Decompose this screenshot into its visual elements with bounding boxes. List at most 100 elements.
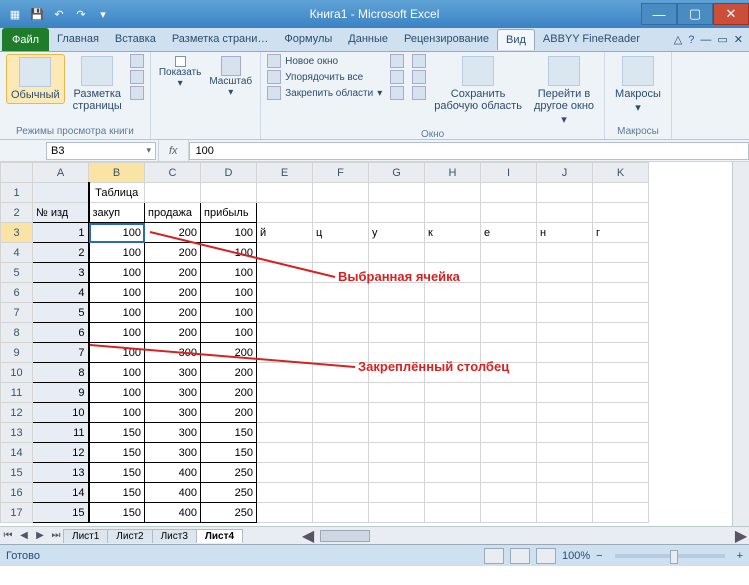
- mdi-minimize-icon[interactable]: —: [700, 34, 711, 46]
- cell-C13[interactable]: 300: [145, 423, 201, 443]
- row-header-8[interactable]: 8: [1, 323, 33, 343]
- cell[interactable]: [313, 323, 369, 343]
- cell-B11[interactable]: 100: [89, 383, 145, 403]
- row-header-2[interactable]: 2: [1, 203, 33, 223]
- row-header-11[interactable]: 11: [1, 383, 33, 403]
- freeze-panes-button[interactable]: Закрепить области▾: [267, 86, 382, 100]
- page-break-status-button[interactable]: [536, 548, 556, 564]
- cell[interactable]: [33, 183, 89, 203]
- redo-icon[interactable]: ↷: [72, 5, 90, 23]
- show-button[interactable]: Показать▾: [157, 54, 204, 91]
- arrange-all-button[interactable]: Упорядочить все: [267, 70, 382, 84]
- column-header-K[interactable]: K: [593, 163, 649, 183]
- cell[interactable]: [481, 383, 537, 403]
- cell[interactable]: [369, 443, 425, 463]
- help-icon[interactable]: ?: [688, 34, 694, 46]
- cell[interactable]: [313, 503, 369, 523]
- cell[interactable]: [425, 363, 481, 383]
- cell-D9[interactable]: 200: [201, 343, 257, 363]
- cell[interactable]: [593, 303, 649, 323]
- view-side-button[interactable]: [412, 54, 426, 68]
- cell[interactable]: [369, 303, 425, 323]
- cell-A8[interactable]: 6: [33, 323, 89, 343]
- cell-D3[interactable]: 100: [201, 223, 257, 243]
- sheet-tab-Лист2[interactable]: Лист2: [107, 529, 152, 543]
- row-header-17[interactable]: 17: [1, 503, 33, 523]
- tab-главная[interactable]: Главная: [49, 29, 107, 50]
- cell-A15[interactable]: 13: [33, 463, 89, 483]
- cell[interactable]: [537, 183, 593, 203]
- cell-D7[interactable]: 100: [201, 303, 257, 323]
- cell-B5[interactable]: 100: [89, 263, 145, 283]
- cell-B7[interactable]: 100: [89, 303, 145, 323]
- cell-B17[interactable]: 150: [89, 503, 145, 523]
- cell[interactable]: [425, 303, 481, 323]
- cell-C6[interactable]: 200: [145, 283, 201, 303]
- cell-B13[interactable]: 150: [89, 423, 145, 443]
- cell-D4[interactable]: 100: [201, 243, 257, 263]
- zoom-in-button[interactable]: +: [737, 550, 743, 562]
- sheet-nav-first-icon[interactable]: ⏮: [0, 530, 16, 541]
- row-header-13[interactable]: 13: [1, 423, 33, 443]
- cell-D6[interactable]: 100: [201, 283, 257, 303]
- cell[interactable]: [593, 203, 649, 223]
- cell-A10[interactable]: 8: [33, 363, 89, 383]
- cell[interactable]: [313, 343, 369, 363]
- cell[interactable]: [593, 343, 649, 363]
- cell-D16[interactable]: 250: [201, 483, 257, 503]
- cell-D11[interactable]: 200: [201, 383, 257, 403]
- new-window-button[interactable]: Новое окно: [267, 54, 382, 68]
- cell-C5[interactable]: 200: [145, 263, 201, 283]
- page-layout-button[interactable]: Разметка страницы: [69, 54, 126, 114]
- cell-C9[interactable]: 300: [145, 343, 201, 363]
- row-header-16[interactable]: 16: [1, 483, 33, 503]
- cell-A16[interactable]: 14: [33, 483, 89, 503]
- cell-A12[interactable]: 10: [33, 403, 89, 423]
- cell-F3[interactable]: ц: [313, 223, 369, 243]
- cell[interactable]: [257, 423, 313, 443]
- cell[interactable]: [481, 463, 537, 483]
- table-title[interactable]: Таблица: [89, 183, 145, 203]
- header-2[interactable]: продажа: [145, 203, 201, 223]
- row-header-6[interactable]: 6: [1, 283, 33, 303]
- row-header-14[interactable]: 14: [1, 443, 33, 463]
- cell[interactable]: [425, 283, 481, 303]
- cell[interactable]: [481, 423, 537, 443]
- cell[interactable]: [593, 263, 649, 283]
- scroll-left-icon[interactable]: ◀: [300, 526, 316, 545]
- tab-формулы[interactable]: Формулы: [276, 29, 340, 50]
- cell-I3[interactable]: е: [481, 223, 537, 243]
- cell[interactable]: [593, 363, 649, 383]
- cell-D12[interactable]: 200: [201, 403, 257, 423]
- cell[interactable]: [257, 343, 313, 363]
- cell[interactable]: [257, 363, 313, 383]
- cell[interactable]: [537, 503, 593, 523]
- scroll-right-icon[interactable]: ▶: [733, 526, 749, 545]
- cell[interactable]: [369, 363, 425, 383]
- cell[interactable]: [145, 183, 201, 203]
- cell-C3[interactable]: 200: [145, 223, 201, 243]
- header-0[interactable]: № изд: [33, 203, 89, 223]
- cell[interactable]: [481, 363, 537, 383]
- close-button[interactable]: ✕: [713, 3, 749, 25]
- cell[interactable]: [425, 423, 481, 443]
- reset-pos-button[interactable]: [412, 86, 426, 100]
- cell[interactable]: [425, 483, 481, 503]
- fx-icon[interactable]: fx: [158, 140, 189, 161]
- cell[interactable]: [537, 343, 593, 363]
- cell-B4[interactable]: 100: [89, 243, 145, 263]
- cell[interactable]: [369, 483, 425, 503]
- formula-input[interactable]: 100: [189, 142, 749, 160]
- cell-B9[interactable]: 100: [89, 343, 145, 363]
- cell[interactable]: [257, 463, 313, 483]
- cell-A5[interactable]: 3: [33, 263, 89, 283]
- cell-C7[interactable]: 200: [145, 303, 201, 323]
- cell[interactable]: [313, 183, 369, 203]
- cell[interactable]: [369, 263, 425, 283]
- minimize-ribbon-icon[interactable]: △: [674, 33, 682, 46]
- row-header-4[interactable]: 4: [1, 243, 33, 263]
- cell-B6[interactable]: 100: [89, 283, 145, 303]
- cell[interactable]: [313, 443, 369, 463]
- cell[interactable]: [537, 263, 593, 283]
- zoom-button[interactable]: Масштаб▾: [207, 54, 254, 100]
